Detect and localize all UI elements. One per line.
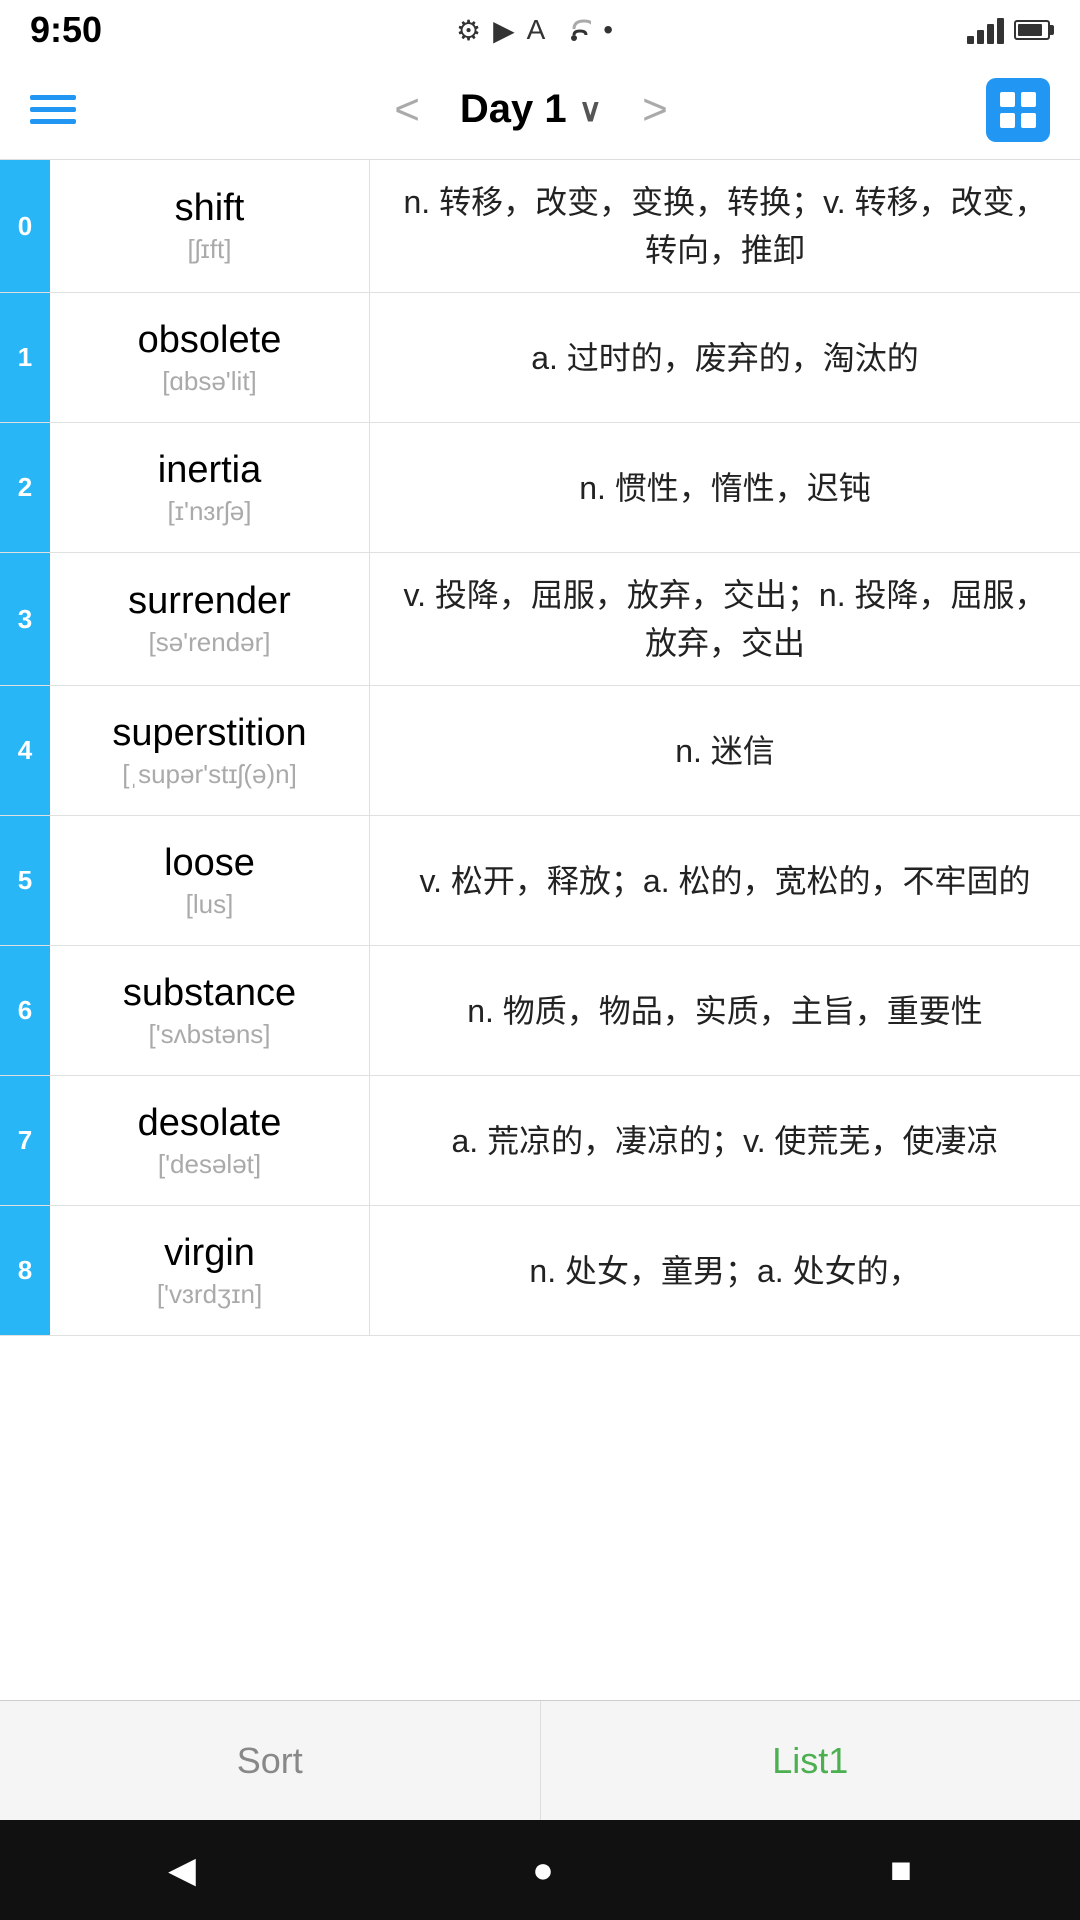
word-english-col: shift [ʃɪft] bbox=[50, 160, 370, 292]
status-right bbox=[967, 16, 1050, 44]
header-nav: < Day 1 ∨ > bbox=[394, 85, 668, 135]
word-row[interactable]: 5 loose [lus] v. 松开，释放；a. 松的，宽松的，不牢固的 bbox=[0, 816, 1080, 946]
wifi-icon bbox=[557, 13, 591, 48]
home-button[interactable]: ● bbox=[532, 1849, 554, 1891]
status-icons: ⚙ ▶ A • bbox=[456, 13, 613, 48]
word-phonetic: [ʃɪft] bbox=[188, 234, 232, 265]
word-definition: n. 迷信 bbox=[370, 686, 1080, 815]
signal-bars bbox=[967, 16, 1004, 44]
sort-tab[interactable]: Sort bbox=[0, 1701, 541, 1820]
word-definition: v. 投降，屈服，放弃，交出；n. 投降，屈服，放弃，交出 bbox=[370, 553, 1080, 685]
play-icon: ▶ bbox=[493, 14, 515, 47]
row-index: 1 bbox=[0, 293, 50, 422]
word-english-col: surrender [sə'rendər] bbox=[50, 553, 370, 685]
word-english-col: desolate ['desələt] bbox=[50, 1076, 370, 1205]
word-row[interactable]: 0 shift [ʃɪft] n. 转移，改变，变换，转换；v. 转移，改变，转向，推… bbox=[0, 160, 1080, 293]
word-english: virgin bbox=[164, 1232, 255, 1275]
row-index: 0 bbox=[0, 160, 50, 292]
row-index: 4 bbox=[0, 686, 50, 815]
word-definition: a. 过时的，废弃的，淘汰的 bbox=[370, 293, 1080, 422]
word-english: inertia bbox=[158, 449, 262, 492]
word-phonetic: [ɪ'nɜrʃə] bbox=[168, 496, 252, 527]
word-definition: n. 转移，改变，变换，转换；v. 转移，改变，转向，推卸 bbox=[370, 160, 1080, 292]
word-definition: n. 物质，物品，实质，主旨，重要性 bbox=[370, 946, 1080, 1075]
back-button[interactable]: ◀ bbox=[168, 1849, 196, 1891]
row-index: 3 bbox=[0, 553, 50, 685]
status-time: 9:50 bbox=[30, 9, 102, 51]
word-english: desolate bbox=[138, 1102, 282, 1145]
menu-button[interactable] bbox=[30, 95, 76, 124]
recent-button[interactable]: ■ bbox=[890, 1849, 912, 1891]
word-row[interactable]: 6 substance ['sʌbstəns] n. 物质，物品，实质，主旨，重要性 bbox=[0, 946, 1080, 1076]
word-phonetic: ['desələt] bbox=[158, 1149, 261, 1180]
word-english-col: loose [lus] bbox=[50, 816, 370, 945]
word-phonetic: ['vɜrdʒɪn] bbox=[157, 1279, 262, 1310]
word-list: 0 shift [ʃɪft] n. 转移，改变，变换，转换；v. 转移，改变，转向，推… bbox=[0, 160, 1080, 1700]
header: < Day 1 ∨ > bbox=[0, 60, 1080, 160]
word-english-col: substance ['sʌbstəns] bbox=[50, 946, 370, 1075]
font-icon: A bbox=[527, 14, 546, 46]
word-english: substance bbox=[123, 972, 296, 1015]
word-english: loose bbox=[164, 842, 255, 885]
list1-tab[interactable]: List1 bbox=[541, 1701, 1080, 1820]
bottom-tabs: Sort List1 bbox=[0, 1700, 1080, 1820]
word-english-col: virgin ['vɜrdʒɪn] bbox=[50, 1206, 370, 1335]
word-row[interactable]: 8 virgin ['vɜrdʒɪn] n. 处女，童男；a. 处女的， bbox=[0, 1206, 1080, 1336]
grid-view-button[interactable] bbox=[986, 78, 1050, 142]
word-phonetic: [sə'rendər] bbox=[148, 627, 270, 658]
row-index: 7 bbox=[0, 1076, 50, 1205]
word-english: surrender bbox=[128, 580, 291, 623]
android-nav: ◀ ● ■ bbox=[0, 1820, 1080, 1920]
header-title[interactable]: Day 1 ∨ bbox=[460, 87, 602, 132]
row-index: 8 bbox=[0, 1206, 50, 1335]
word-phonetic: [ˌsupər'stɪʃ(ə)n] bbox=[122, 759, 297, 790]
word-english: obsolete bbox=[138, 319, 282, 362]
word-definition: n. 惯性，惰性，迟钝 bbox=[370, 423, 1080, 552]
word-row[interactable]: 1 obsolete [ɑbsə'lit] a. 过时的，废弃的，淘汰的 bbox=[0, 293, 1080, 423]
word-phonetic: [lus] bbox=[186, 889, 234, 920]
word-row[interactable]: 2 inertia [ɪ'nɜrʃə] n. 惯性，惰性，迟钝 bbox=[0, 423, 1080, 553]
battery-icon bbox=[1014, 20, 1050, 40]
word-english-col: obsolete [ɑbsə'lit] bbox=[50, 293, 370, 422]
word-english-col: superstition [ˌsupər'stɪʃ(ə)n] bbox=[50, 686, 370, 815]
status-bar: 9:50 ⚙ ▶ A • bbox=[0, 0, 1080, 60]
word-english: shift bbox=[175, 187, 245, 230]
word-english-col: inertia [ɪ'nɜrʃə] bbox=[50, 423, 370, 552]
word-row[interactable]: 3 surrender [sə'rendər] v. 投降，屈服，放弃，交出；n. 投… bbox=[0, 553, 1080, 686]
word-english: superstition bbox=[112, 712, 306, 755]
word-phonetic: ['sʌbstəns] bbox=[148, 1019, 270, 1050]
dot-icon: • bbox=[603, 14, 613, 46]
word-definition: n. 处女，童男；a. 处女的， bbox=[370, 1206, 1080, 1335]
next-day-button[interactable]: > bbox=[642, 85, 668, 135]
word-definition: a. 荒凉的，凄凉的；v. 使荒芜，使凄凉 bbox=[370, 1076, 1080, 1205]
row-index: 6 bbox=[0, 946, 50, 1075]
dropdown-arrow-icon: ∨ bbox=[579, 91, 602, 129]
word-row[interactable]: 7 desolate ['desələt] a. 荒凉的，凄凉的；v. 使荒芜，使凄凉 bbox=[0, 1076, 1080, 1206]
word-definition: v. 松开，释放；a. 松的，宽松的，不牢固的 bbox=[370, 816, 1080, 945]
row-index: 5 bbox=[0, 816, 50, 945]
prev-day-button[interactable]: < bbox=[394, 85, 420, 135]
row-index: 2 bbox=[0, 423, 50, 552]
word-row[interactable]: 4 superstition [ˌsupər'stɪʃ(ə)n] n. 迷信 bbox=[0, 686, 1080, 816]
settings-icon: ⚙ bbox=[456, 14, 481, 47]
word-phonetic: [ɑbsə'lit] bbox=[162, 366, 257, 397]
